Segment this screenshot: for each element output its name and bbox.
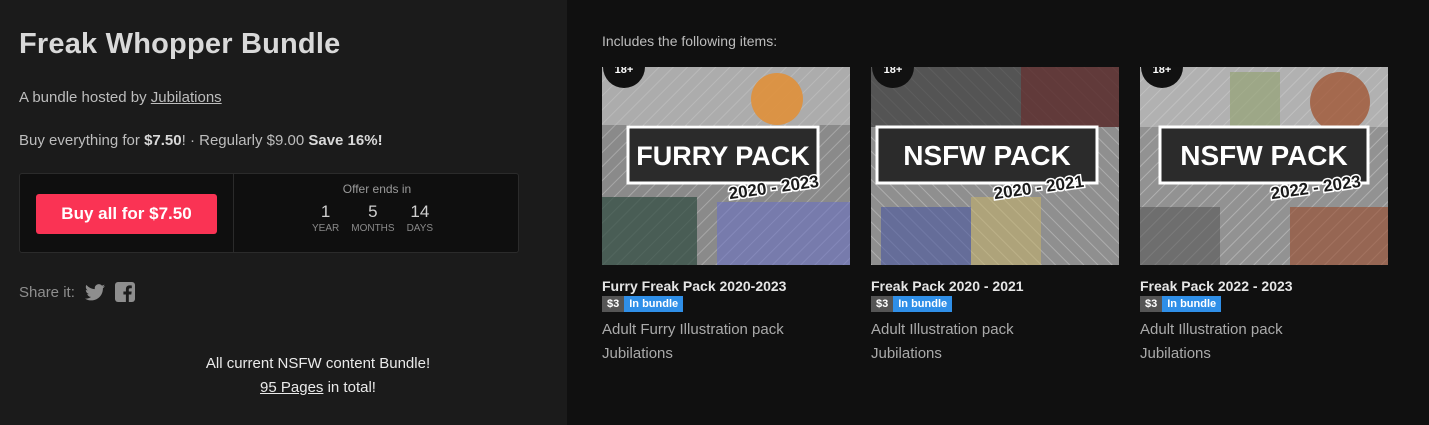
item-title[interactable]: Freak Pack 2022 - 2023 bbox=[1140, 278, 1388, 294]
age-badge: 18+ bbox=[1153, 67, 1172, 76]
bundle-item-card: NSFW PACK 2020 - 2021 18+ Freak Pack 202… bbox=[871, 67, 1119, 366]
item-thumbnail[interactable]: NSFW PACK 2020 - 2021 18+ bbox=[871, 67, 1119, 265]
bundle-item-card: FURRY PACK 2020 - 2023 18+ Furry Freak P… bbox=[602, 67, 850, 366]
item-badges: $3 In bundle bbox=[871, 296, 1119, 312]
buy-box: Buy all for $7.50 Offer ends in 1 YEAR 5… bbox=[19, 173, 519, 253]
item-price-badge: $3 bbox=[1140, 296, 1163, 312]
share-row: Share it: bbox=[19, 282, 135, 302]
cover-title: NSFW PACK bbox=[903, 140, 1070, 171]
cover-art: FURRY PACK 2020 - 2023 18+ bbox=[602, 67, 850, 265]
pricing-line: Buy everything for $7.50! · Regularly $9… bbox=[19, 132, 383, 149]
in-bundle-badge: In bundle bbox=[893, 296, 953, 312]
countdown-unit: YEAR bbox=[312, 223, 340, 234]
item-author[interactable]: Jubilations bbox=[871, 342, 1119, 366]
item-thumbnail[interactable]: NSFW PACK 2022 - 2023 18+ bbox=[1140, 67, 1388, 265]
item-thumbnail[interactable]: FURRY PACK 2020 - 2023 18+ bbox=[602, 67, 850, 265]
buy-all-button[interactable]: Buy all for $7.50 bbox=[36, 194, 217, 234]
cover-title: FURRY PACK bbox=[636, 141, 810, 171]
item-badges: $3 In bundle bbox=[602, 296, 850, 312]
item-price-badge: $3 bbox=[871, 296, 894, 312]
countdown-unit: MONTHS bbox=[351, 223, 395, 234]
pages-link[interactable]: 95 Pages bbox=[260, 379, 323, 396]
item-subtitle: Adult Illustration pack bbox=[871, 321, 1014, 338]
host-link[interactable]: Jubilations bbox=[151, 89, 222, 106]
countdown: 1 YEAR 5 MONTHS 14 DAYS bbox=[312, 202, 433, 236]
pricing-prefix: Buy everything for bbox=[19, 132, 145, 149]
bundle-description: All current NSFW content Bundle! 95 Page… bbox=[0, 352, 636, 400]
countdown-value: 1 bbox=[320, 202, 331, 221]
share-label: Share it: bbox=[19, 283, 75, 301]
age-badge: 18+ bbox=[615, 67, 634, 76]
item-author[interactable]: Jubilations bbox=[602, 342, 850, 366]
item-title[interactable]: Freak Pack 2020 - 2021 bbox=[871, 278, 1119, 294]
age-badge: 18+ bbox=[884, 67, 903, 76]
savings-text: Save 16%! bbox=[308, 132, 383, 149]
item-badges: $3 In bundle bbox=[1140, 296, 1388, 312]
includes-heading: Includes the following items: bbox=[602, 33, 778, 49]
countdown-unit: DAYS bbox=[406, 223, 434, 234]
countdown-days: 14 DAYS bbox=[407, 202, 434, 236]
host-line: A bundle hosted by Jubilations bbox=[19, 89, 222, 106]
item-subtitle: Adult Illustration pack bbox=[1140, 321, 1283, 338]
cover-art: NSFW PACK 2022 - 2023 18+ bbox=[1140, 67, 1388, 265]
twitter-icon[interactable] bbox=[84, 283, 105, 301]
facebook-icon[interactable] bbox=[114, 282, 135, 302]
page-title: Freak Whopper Bundle bbox=[19, 28, 341, 60]
item-title[interactable]: Furry Freak Pack 2020-2023 bbox=[602, 278, 850, 294]
countdown-value: 5 bbox=[368, 202, 378, 221]
cover-art: NSFW PACK 2020 - 2021 18+ bbox=[871, 67, 1119, 265]
host-prefix: A bundle hosted by bbox=[19, 89, 151, 106]
bundle-info-panel: Freak Whopper Bundle A bundle hosted by … bbox=[0, 0, 567, 425]
description-line2: 95 Pages in total! bbox=[0, 376, 636, 400]
cover-title: NSFW PACK bbox=[1180, 140, 1347, 171]
bundle-price: $7.50 bbox=[144, 132, 182, 149]
item-subtitle: Adult Furry Illustration pack bbox=[602, 321, 784, 338]
description-line1: All current NSFW content Bundle! bbox=[205, 355, 431, 372]
pages-suffix: in total! bbox=[323, 379, 376, 396]
regular-price: ! · Regularly $9.00 bbox=[181, 132, 309, 149]
countdown-months: 5 MONTHS bbox=[351, 202, 394, 236]
offer-label: Offer ends in bbox=[342, 182, 412, 196]
in-bundle-badge: In bundle bbox=[1162, 296, 1222, 312]
countdown-years: 1 YEAR bbox=[312, 202, 339, 236]
item-author[interactable]: Jubilations bbox=[1140, 342, 1388, 366]
in-bundle-badge: In bundle bbox=[624, 296, 684, 312]
bundle-item-card: NSFW PACK 2022 - 2023 18+ Freak Pack 202… bbox=[1140, 67, 1388, 366]
item-price-badge: $3 bbox=[602, 296, 625, 312]
countdown-value: 14 bbox=[410, 202, 430, 221]
